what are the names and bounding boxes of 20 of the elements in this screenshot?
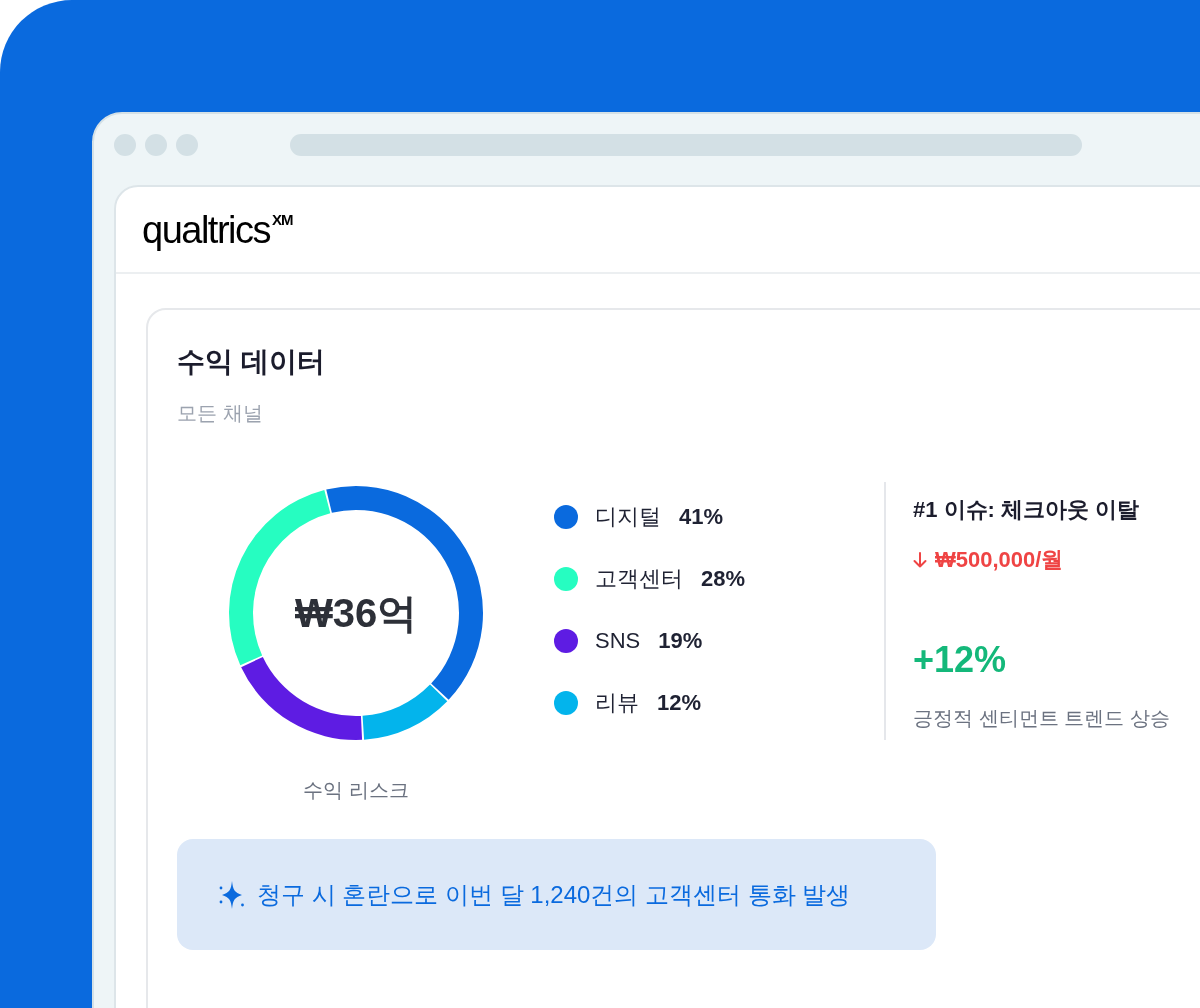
- trend-value: +12%: [913, 638, 1007, 682]
- legend-value: 28%: [701, 565, 746, 593]
- issue-title: #1 이슈: 체크아웃 이탈: [913, 496, 1140, 524]
- legend-label: 리뷰: [595, 689, 639, 717]
- donut-caption: 수익 리스크: [303, 778, 409, 803]
- brand-logo: qualtrics$^{XM}$: [142, 207, 293, 252]
- insight-text: 청구 시 혼란으로 이번 달 1,240건의 고객센터 통화 발생: [257, 879, 851, 910]
- legend-label: SNS: [595, 627, 641, 655]
- revenue-impact: ₩500,000/월: [935, 546, 1064, 574]
- legend-value: 12%: [657, 689, 702, 717]
- legend-value: 19%: [658, 627, 703, 655]
- card-title: 수익 데이터: [177, 345, 325, 379]
- card-subtitle: 모든 채널: [177, 401, 263, 426]
- legend-value: 41%: [679, 503, 724, 531]
- legend-label: 고객센터: [595, 565, 683, 593]
- trend-caption: 긍정적 센티먼트 트렌드 상승: [913, 706, 1170, 731]
- arrow-down-icon: [913, 552, 927, 568]
- address-bar[interactable]: [290, 134, 1082, 156]
- donut-center-value: ₩36억: [294, 590, 418, 637]
- legend-label: 디지털: [595, 503, 661, 531]
